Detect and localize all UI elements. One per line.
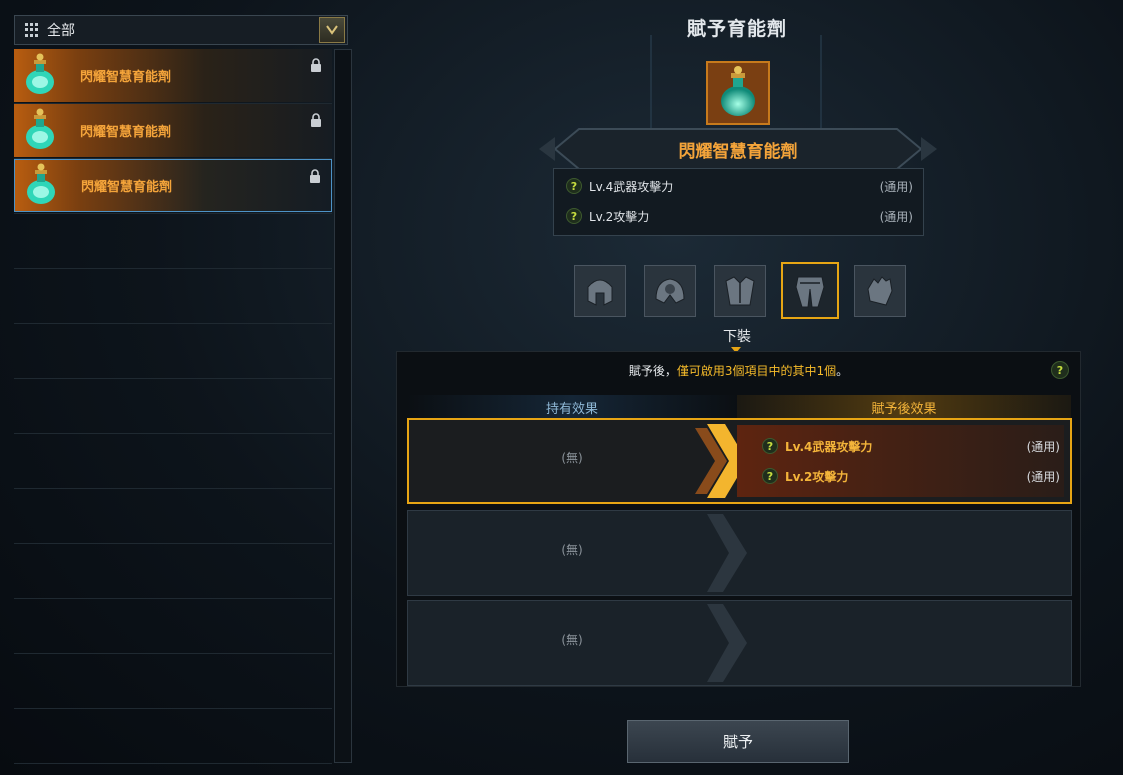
question-icon[interactable]: ? bbox=[566, 178, 582, 194]
chevron-down-icon[interactable] bbox=[319, 17, 345, 43]
lock-icon bbox=[310, 57, 322, 72]
grid-icon bbox=[25, 23, 39, 37]
question-icon[interactable]: ? bbox=[566, 208, 582, 224]
notice-text: 賦予後，僅可啟用3個項目中的其中1個。 bbox=[628, 364, 849, 378]
effect-row: ? Lv.2攻擊力 (通用) bbox=[566, 204, 913, 228]
list-item bbox=[14, 434, 332, 489]
question-icon[interactable]: ? bbox=[762, 468, 778, 484]
list-item[interactable]: 閃耀智慧育能劑 bbox=[14, 104, 332, 159]
option-row[interactable]: (無) bbox=[407, 510, 1072, 596]
item-list: 閃耀智慧育能劑 閃耀智慧育能劑 閃耀智慧育能劑 bbox=[14, 49, 332, 764]
current-effect-value: (無) bbox=[561, 451, 583, 465]
item-entry[interactable]: 閃耀智慧育能劑 bbox=[14, 159, 332, 212]
item-entry[interactable]: 閃耀智慧育能劑 bbox=[14, 104, 332, 157]
list-item bbox=[14, 654, 332, 709]
category-filter[interactable]: 全部 bbox=[14, 15, 348, 45]
question-icon[interactable]: ? bbox=[762, 438, 778, 454]
lock-icon bbox=[310, 112, 322, 127]
list-item[interactable]: 閃耀智慧育能劑 bbox=[14, 49, 332, 104]
grant-button[interactable]: 賦予 bbox=[627, 720, 849, 763]
list-scrollbar[interactable] bbox=[334, 49, 352, 763]
list-item bbox=[14, 379, 332, 434]
lock-icon bbox=[309, 168, 321, 183]
question-icon[interactable]: ? bbox=[1051, 361, 1069, 379]
filter-label: 全部 bbox=[47, 23, 75, 39]
item-name: 閃耀智慧育能劑 bbox=[80, 125, 172, 140]
current-effect-value: (無) bbox=[561, 543, 583, 557]
selected-item-icon bbox=[706, 61, 770, 125]
gauntlet-icon bbox=[867, 276, 893, 306]
item-effects: ? Lv.4武器攻擊力 (通用) ? Lv.2攻擊力 (通用) bbox=[553, 168, 924, 236]
column-header-after: 賦予後效果 bbox=[737, 395, 1071, 419]
after-effect-row: ? Lv.4武器攻擊力 (通用) bbox=[762, 435, 1060, 457]
item-name: 閃耀智慧育能劑 bbox=[80, 70, 172, 85]
option-row[interactable]: (無) ? Lv.4武器攻擊力 (通用) ? Lv.2攻擊力 (通用) bbox=[407, 418, 1072, 504]
potion-icon bbox=[16, 106, 66, 156]
item-entry[interactable]: 閃耀智慧育能劑 bbox=[14, 49, 332, 102]
list-item bbox=[14, 489, 332, 544]
shoulder-armor-icon bbox=[655, 278, 685, 304]
slot-chest[interactable] bbox=[714, 265, 766, 317]
chest-armor-icon bbox=[725, 276, 755, 306]
helmet-icon bbox=[587, 279, 613, 306]
current-effect-value: (無) bbox=[561, 633, 583, 647]
slot-shoulder[interactable] bbox=[644, 265, 696, 317]
list-item bbox=[14, 709, 332, 764]
list-item bbox=[14, 544, 332, 599]
list-item bbox=[14, 599, 332, 654]
effect-row: ? Lv.4武器攻擊力 (通用) bbox=[566, 174, 913, 198]
selected-slot-label: 下裝 bbox=[723, 329, 751, 345]
item-name: 閃耀智慧育能劑 bbox=[81, 180, 173, 195]
list-item[interactable]: 閃耀智慧育能劑 bbox=[14, 159, 332, 214]
potion-icon bbox=[16, 51, 66, 101]
slot-gloves[interactable] bbox=[854, 265, 906, 317]
option-panel: 賦予後，僅可啟用3個項目中的其中1個。 ? 持有效果 賦予後效果 (無) ? L… bbox=[396, 351, 1081, 687]
equipment-slot-bar bbox=[573, 262, 913, 319]
list-item bbox=[14, 269, 332, 324]
column-header-current: 持有效果 bbox=[407, 395, 737, 419]
leg-armor-icon bbox=[795, 276, 825, 307]
slot-legs[interactable] bbox=[781, 262, 839, 319]
list-item bbox=[14, 324, 332, 379]
potion-icon bbox=[17, 161, 67, 211]
option-row[interactable]: (無) bbox=[407, 600, 1072, 686]
after-effect-row: ? Lv.2攻擊力 (通用) bbox=[762, 465, 1060, 487]
list-item bbox=[14, 214, 332, 269]
item-name: 閃耀智慧育能劑 bbox=[678, 142, 798, 162]
slot-helmet[interactable] bbox=[574, 265, 626, 317]
